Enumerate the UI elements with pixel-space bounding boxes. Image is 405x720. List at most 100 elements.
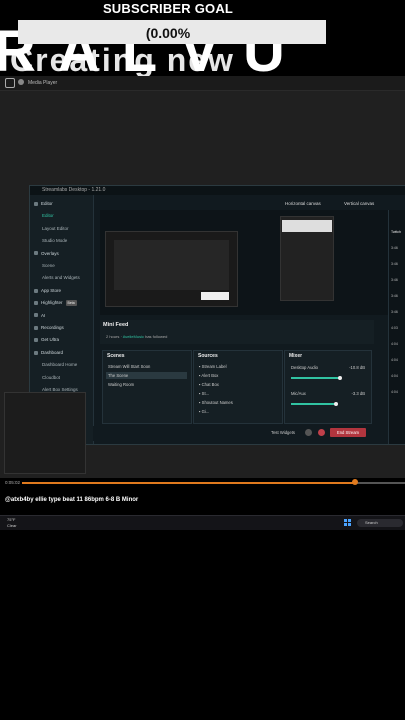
volume-slider-knob[interactable] bbox=[338, 376, 343, 380]
sidebar-icon bbox=[34, 325, 38, 330]
sidebar-icon bbox=[34, 301, 38, 305]
preview-overlay bbox=[201, 292, 229, 300]
weather-widget[interactable]: 75°F Clear bbox=[7, 517, 17, 529]
sidebar-icon bbox=[34, 251, 38, 256]
sidebar-item-recordings[interactable]: Recordings bbox=[34, 325, 64, 331]
sidebar-item-overlays[interactable]: Overlays bbox=[34, 251, 59, 257]
preview-content bbox=[114, 240, 229, 290]
sidebar-item-cloudbot[interactable]: Cloudbot bbox=[42, 375, 60, 381]
chat-line: 3:46 bbox=[391, 262, 398, 266]
windows-start-icon[interactable] bbox=[344, 519, 351, 526]
scene-item[interactable]: Waiting Room bbox=[106, 381, 187, 388]
sidebar-item-label: Highlighter bbox=[41, 300, 63, 306]
mixer-title: Mixer bbox=[289, 353, 303, 359]
sidebar-item-scene[interactable]: Scene bbox=[42, 263, 55, 269]
end-stream-button[interactable]: End Stream bbox=[330, 428, 366, 437]
sources-panel: Sources ▪ Stream Label ▪ Alert Box ▪ Chat … bbox=[193, 350, 283, 424]
sidebar-item-label: Get Ultra bbox=[41, 337, 60, 343]
chat-header: Twitch bbox=[391, 230, 401, 234]
mixer-channel-db: -3.3 dB bbox=[351, 391, 365, 396]
subscriber-goal-title: SUBSCRIBER GOAL bbox=[102, 1, 234, 16]
progress-fill bbox=[22, 482, 356, 484]
sidebar-icon bbox=[34, 201, 38, 206]
taskbar: 75°F Clear Search bbox=[0, 515, 405, 530]
sidebar-item-label: Dashboard Home bbox=[42, 362, 78, 368]
sidebar-item-dashboard-home[interactable]: Dashboard Home bbox=[42, 362, 77, 368]
sidebar-item-label: Dashboard bbox=[41, 349, 64, 355]
sidebar-icon bbox=[34, 313, 38, 318]
volume-slider[interactable] bbox=[291, 377, 341, 379]
scene-item[interactable]: The Scene bbox=[106, 372, 188, 379]
chat-panel: Twitch 3:46 3:46 3:46 3:46 3:46 4:03 4:04 4:04 4… bbox=[388, 210, 405, 444]
taskbar-search[interactable]: Search bbox=[357, 519, 403, 527]
sidebar-item-label: App Store bbox=[41, 287, 62, 293]
test-widgets-button[interactable]: Test Widgets bbox=[271, 430, 295, 435]
progress-knob[interactable] bbox=[352, 479, 359, 485]
chat-line: 4:04 bbox=[391, 374, 398, 378]
playback-time: 0:05:02 bbox=[5, 480, 21, 485]
volume-slider-knob[interactable] bbox=[334, 402, 338, 406]
scenes-panel: Scenes Stream Will Start Soon The Scene Wa… bbox=[102, 350, 192, 424]
scenes-title: Scenes bbox=[107, 353, 125, 359]
vertical-preview[interactable] bbox=[280, 216, 334, 301]
weather-desc: Clear bbox=[7, 523, 17, 528]
sidebar-item-layout-editor[interactable]: Layout Editor bbox=[42, 226, 69, 232]
sources-title: Sources bbox=[198, 353, 218, 359]
source-item[interactable]: ▪ Chat Box bbox=[197, 381, 278, 388]
browser-strip: Media Player bbox=[0, 76, 405, 91]
sidebar-item-label: AI bbox=[41, 312, 46, 318]
sidebar-item-editor[interactable]: Editor bbox=[42, 213, 54, 219]
window-title: Streamlabs Desktop - 1.21.0 bbox=[42, 187, 106, 193]
beta-badge: Beta bbox=[65, 300, 77, 307]
breadcrumb[interactable]: Media Player bbox=[28, 77, 57, 89]
volume-slider[interactable] bbox=[291, 403, 336, 405]
source-item[interactable]: ▪ St... bbox=[197, 390, 278, 397]
sidebar-item-label: Editor bbox=[42, 213, 54, 219]
sidebar-item-editor[interactable]: Editor bbox=[34, 201, 53, 207]
chat-line: 3:46 bbox=[391, 294, 398, 298]
vertical-preview-title bbox=[282, 220, 332, 232]
chat-line: 4:03 bbox=[391, 326, 398, 330]
sidebar-item-app-store[interactable]: App Store bbox=[34, 288, 61, 294]
entry-time: 2 hours bbox=[106, 334, 120, 339]
home-icon[interactable] bbox=[5, 78, 15, 88]
chat-line: 3:46 bbox=[391, 246, 398, 250]
mini-feed: Mini Feed 2 hours · AvelieMusic has foll… bbox=[100, 320, 374, 344]
chat-line: 3:46 bbox=[391, 310, 398, 314]
source-item[interactable]: ▪ Gi... bbox=[197, 408, 278, 415]
sidebar-item-ai[interactable]: AI bbox=[34, 313, 45, 319]
source-item[interactable]: ▪ Alert Box bbox=[197, 372, 278, 379]
scene-item[interactable]: Stream Will Start Soon bbox=[106, 363, 187, 370]
mini-feed-title: Mini Feed bbox=[103, 322, 129, 328]
horizontal-preview[interactable] bbox=[105, 231, 238, 307]
record-icon[interactable] bbox=[305, 429, 312, 436]
chat-line: 4:04 bbox=[391, 358, 398, 362]
entry-text: has followed bbox=[145, 334, 168, 339]
subscriber-goal-value: (0.00% bbox=[145, 25, 191, 41]
chat-line: 4:04 bbox=[391, 342, 398, 346]
sidebar-item-highlighter[interactable]: Highlighter Beta bbox=[34, 300, 77, 307]
sidebar-item-label: Alerts and Widgets bbox=[42, 275, 80, 281]
horizontal-canvas-toggle[interactable]: Horizontal canvas bbox=[285, 201, 321, 206]
mixer-channel-name: Desktop Audio bbox=[291, 365, 319, 370]
sidebar-item-label: Layout Editor bbox=[42, 225, 69, 231]
replay-icon[interactable] bbox=[318, 429, 325, 436]
mini-feed-entry: 2 hours · AvelieMusic has followed bbox=[106, 334, 168, 339]
chat-line: 3:46 bbox=[391, 278, 398, 282]
glitch-text-secondary: Creating new bbox=[10, 42, 235, 78]
window-titlebar: Streamlabs Desktop - 1.21.0 bbox=[30, 186, 405, 195]
sidebar-item-label: Studio Mode bbox=[42, 238, 68, 244]
mixer-channel-name: Mic/Aux bbox=[291, 391, 306, 396]
sidebar-item-get-ultra[interactable]: Get Ultra bbox=[34, 337, 59, 343]
sidebar-item-label: Overlays bbox=[41, 250, 59, 256]
source-item[interactable]: ▪ Shoutout Names bbox=[197, 399, 278, 406]
source-item[interactable]: ▪ Stream Label bbox=[197, 363, 278, 370]
mixer-channel-db: -10.8 dB bbox=[349, 365, 365, 370]
chat-line: 4:04 bbox=[391, 390, 398, 394]
sidebar-item-studio-mode[interactable]: Studio Mode bbox=[42, 238, 67, 244]
vertical-canvas-toggle[interactable]: Vertical canvas bbox=[344, 201, 374, 206]
webcam-overlay bbox=[4, 392, 86, 474]
sidebar-item-dashboard[interactable]: Dashboard bbox=[34, 350, 63, 356]
sidebar-item-alerts-and-widgets[interactable]: Alerts and Widgets bbox=[42, 275, 80, 281]
entry-user: AvelieMusic bbox=[122, 334, 144, 339]
